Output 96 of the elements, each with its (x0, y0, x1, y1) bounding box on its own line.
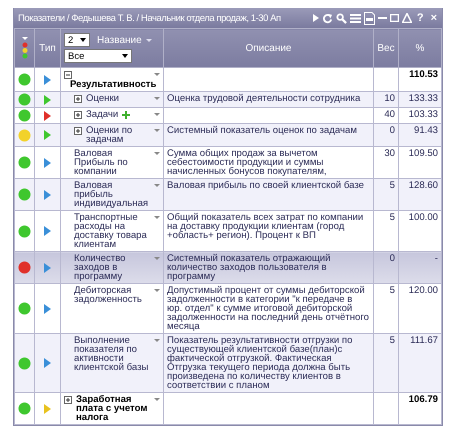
play-arrow-icon[interactable] (44, 358, 51, 368)
caret-icon[interactable] (154, 129, 160, 132)
table-row[interactable]: Оценки Оценка трудовой деятельности сотрудника 10 133.33 (14, 92, 442, 108)
weight-value: 5 (390, 180, 395, 191)
caret-icon[interactable] (154, 289, 160, 292)
percent-value: - (434, 253, 438, 264)
weight-value: 10 (384, 93, 395, 104)
table-row[interactable]: Оценки по задачам Системный показатель оценок по задачам 0 91.43 (14, 124, 442, 146)
indicator-name: Задачи (86, 110, 118, 119)
table-row[interactable]: Валовая прибыль индивидуальная Валовая прибыль по своей клиентской базе 5 128.60 (14, 178, 442, 210)
indicator-name: Транспортные расходы на доставку товара клиентам (74, 213, 148, 249)
indicator-name: Оценки (86, 94, 120, 103)
caret-icon[interactable] (154, 184, 160, 187)
column-header[interactable]: Описание (245, 42, 292, 54)
caret-icon[interactable] (154, 113, 160, 116)
indicator-name: Оценки по задачам (86, 126, 134, 144)
filter-dropdown[interactable]: Все (64, 49, 132, 63)
description-text: Допустимый процент от суммы дебиторской задолженности в категории "к передаче в юр. отдел" к сумме итоговой дебиторской задолженности на последний день отчётного месяца (167, 285, 369, 332)
caret-icon[interactable] (154, 398, 160, 401)
description-text: Оценка трудовой деятельности сотрудника (167, 93, 360, 104)
caret-icon[interactable] (154, 73, 160, 76)
list-icon[interactable] (350, 14, 361, 22)
play-arrow-icon[interactable] (44, 226, 51, 236)
play-arrow-icon[interactable] (44, 74, 51, 84)
percent-value: 109.50 (408, 148, 438, 159)
weight-value: 0 (390, 125, 395, 136)
indicator-name: Валовая Прибыль по компании (74, 149, 129, 176)
caret-icon[interactable] (154, 216, 160, 219)
description-text: Системный показатель отражающий количество заходов пользователя в программу (167, 253, 331, 282)
table-row[interactable] (14, 284, 442, 334)
table-row[interactable]: Количество заходов в программу Системный показатель отражающий количество заходов пользователя в программу 0 - (14, 252, 442, 284)
percent-value: 106.79 (408, 394, 438, 405)
percent-value: 120.00 (408, 285, 438, 296)
indicator-name: Количество заходов в программу (74, 254, 127, 281)
play-arrow-icon[interactable] (44, 110, 51, 120)
dropdown-arrow-icon[interactable] (122, 54, 128, 58)
percent-value: 100.00 (408, 212, 438, 223)
description-text: Показатель результативности отгрузки по существующей клиентской базе(план)с фактической отгрузкой. Фактическая Отгрузка текущего периода должна быть произведена по количеству клиентов в соответствии с планом (167, 335, 352, 391)
percent-value: 128.60 (408, 180, 438, 191)
more-arrow-icon[interactable] (312, 14, 319, 22)
expand-icon[interactable] (74, 95, 82, 103)
weight-value: 5 (390, 335, 395, 346)
table-row[interactable]: Результативность 110.53 (14, 68, 442, 92)
indicator-name: Заработная плата с учетом налога (76, 395, 148, 422)
caret-icon[interactable] (154, 257, 160, 260)
expand-icon[interactable] (74, 111, 82, 119)
collapse-icon[interactable] (64, 71, 72, 79)
weight-value: 30 (384, 148, 395, 159)
caret-icon[interactable] (154, 152, 160, 155)
window-title: Показатели / Федышева Т. В. / Начальник отдела продаж, 1-30 Ап (18, 12, 282, 24)
indicator-name: Дебиторская задолженность (74, 286, 143, 304)
percent-value: 111.67 (410, 335, 438, 346)
play-arrow-icon[interactable] (44, 130, 51, 140)
minimize-icon[interactable] (378, 16, 387, 20)
table-row[interactable]: Валовая Прибыль по компании Сумма общих продаж за вычетом себестоимости продукции и суммы начисленных бонусов покупателям, 30 109.50 (14, 146, 442, 178)
description-text: Сумма общих продаж за вычетом себестоимости продукции и суммы начисленных бонусов покупателям, (167, 148, 327, 177)
column-header[interactable]: % (416, 42, 424, 54)
table-row[interactable]: Заработная плата с учетом налога 106.79 (14, 392, 442, 424)
search-icon[interactable] (336, 12, 347, 24)
maximize-icon[interactable] (390, 14, 399, 22)
sort-caret-icon[interactable] (22, 37, 28, 40)
weight-value: 5 (390, 285, 395, 296)
traffic-light-icon (22, 42, 28, 59)
expand-icon[interactable] (74, 127, 82, 135)
plus-icon[interactable] (122, 111, 130, 119)
warning-icon[interactable] (402, 13, 412, 23)
indicator-name: Результативность (70, 80, 156, 89)
caret-icon[interactable] (154, 339, 160, 342)
table-row[interactable] (14, 334, 442, 392)
dropdown-arrow-icon[interactable] (80, 38, 86, 42)
level-dropdown[interactable]: 2 (64, 33, 90, 47)
percent-value: 91.43 (414, 125, 438, 136)
description-text: Валовая прибыль по своей клиентской базе (167, 180, 364, 191)
play-arrow-icon[interactable] (44, 304, 51, 314)
table-row[interactable]: Задачи 40 103.33 (14, 108, 442, 124)
indicator-name: Валовая прибыль индивидуальная (74, 181, 150, 208)
play-arrow-icon[interactable] (44, 94, 51, 104)
expand-icon[interactable] (64, 396, 72, 404)
indicator-name: Выполнение показателя по активности клиентской базы (74, 336, 150, 372)
play-arrow-icon[interactable] (44, 190, 51, 200)
weight-value: 0 (390, 253, 395, 264)
caret-icon[interactable] (146, 38, 152, 42)
weight-value: 40 (384, 109, 395, 120)
table-row[interactable]: Транспортные расходы на доставку товара клиентам Общий показатель всех затрат по компании на доставку продукции клиентам (город +область+ регион). Процент к ВП 5 100.00 (14, 210, 442, 252)
description-text: Системный показатель оценок по задачам (167, 125, 357, 136)
percent-value: 133.33 (408, 93, 438, 104)
description-text: Общий показатель всех затрат по компании на доставку продукции клиентам (город +область+ регион). Процент к ВП (167, 212, 364, 241)
percent-value: 110.53 (409, 69, 438, 80)
percent-value: 103.33 (408, 109, 438, 120)
play-arrow-icon[interactable] (44, 158, 51, 168)
weight-value: 5 (390, 212, 395, 223)
document-icon[interactable] (364, 12, 375, 24)
column-header[interactable]: Тип (39, 42, 56, 54)
caret-icon[interactable] (154, 97, 160, 100)
refresh-icon[interactable] (322, 12, 333, 24)
play-arrow-icon[interactable] (44, 262, 51, 272)
